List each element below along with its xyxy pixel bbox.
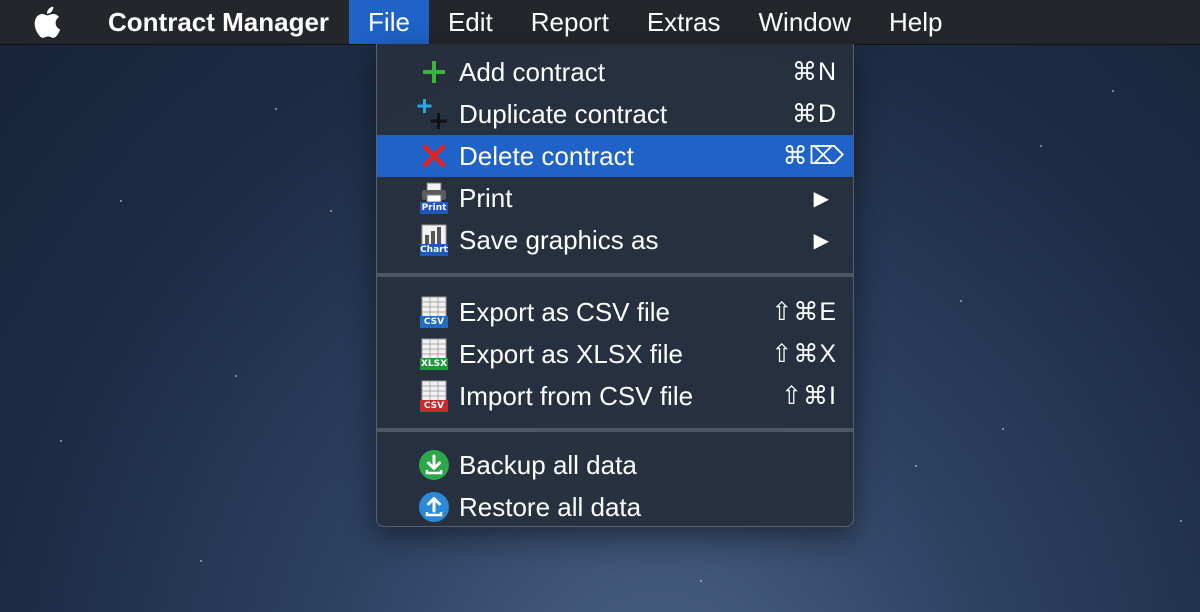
menu-report[interactable]: Report bbox=[512, 0, 628, 44]
shortcut-label: ⇧⌘I bbox=[781, 382, 837, 410]
menu-extras[interactable]: Extras bbox=[628, 0, 740, 44]
menu-edit[interactable]: Edit bbox=[429, 0, 512, 44]
apple-logo-icon bbox=[34, 6, 61, 38]
menu-item-import-csv[interactable]: CSV Import from CSV file ⇧⌘I bbox=[377, 375, 853, 417]
menu-item-save-graphics[interactable]: Chart Save graphics as ▶ bbox=[377, 219, 853, 261]
icon-tag: XLSX bbox=[420, 358, 448, 370]
menu-bar: Contract Manager File Edit Report Extras… bbox=[0, 0, 1200, 45]
shortcut-label: ⌘D bbox=[791, 100, 837, 128]
submenu-arrow-icon: ▶ bbox=[813, 187, 829, 210]
menu-item-export-xlsx[interactable]: XLSX Export as XLSX file ⇧⌘X bbox=[377, 333, 853, 375]
menu-item-add-contract[interactable]: Add contract ⌘N bbox=[377, 51, 853, 93]
icon-tag: Chart bbox=[420, 244, 448, 256]
menu-item-label: Backup all data bbox=[459, 449, 637, 480]
xlsx-export-icon: XLSX bbox=[417, 337, 451, 371]
restore-icon bbox=[417, 490, 451, 524]
shortcut-label: ⇧⌘E bbox=[771, 298, 837, 326]
shortcut-label: ⇧⌘X bbox=[771, 340, 837, 368]
menu-item-label: Print bbox=[459, 182, 513, 213]
menu-item-export-csv[interactable]: CSV Export as CSV file ⇧⌘E bbox=[377, 291, 853, 333]
csv-export-icon: CSV bbox=[417, 295, 451, 329]
duplicate-icon bbox=[417, 97, 451, 131]
menu-file[interactable]: File bbox=[349, 0, 429, 44]
menu-item-delete-contract[interactable]: Delete contract ⌘⌦ bbox=[377, 135, 853, 177]
submenu-arrow-icon: ▶ bbox=[813, 229, 829, 252]
plus-icon bbox=[417, 55, 451, 89]
icon-tag: CSV bbox=[420, 400, 448, 412]
chart-icon: Chart bbox=[417, 223, 451, 257]
file-menu-dropdown: Add contract ⌘N Duplicate contract ⌘D De… bbox=[376, 44, 854, 527]
menu-item-label: Save graphics as bbox=[459, 224, 659, 255]
menu-item-label: Restore all data bbox=[459, 491, 642, 522]
menu-separator bbox=[377, 428, 853, 432]
shortcut-label: ⌘⌦ bbox=[782, 142, 845, 170]
apple-menu[interactable] bbox=[0, 0, 80, 44]
print-icon: Print bbox=[417, 181, 451, 215]
csv-import-icon: CSV bbox=[417, 379, 451, 413]
menu-window[interactable]: Window bbox=[740, 0, 870, 44]
menu-help[interactable]: Help bbox=[870, 0, 961, 44]
icon-tag: CSV bbox=[420, 316, 448, 328]
app-name-menu[interactable]: Contract Manager bbox=[80, 0, 349, 44]
menu-item-restore[interactable]: Restore all data bbox=[377, 486, 853, 528]
delete-icon bbox=[417, 139, 451, 173]
menu-item-backup[interactable]: Backup all data bbox=[377, 444, 853, 486]
shortcut-label: ⌘N bbox=[791, 58, 837, 86]
menu-separator bbox=[377, 273, 853, 277]
icon-tag: Print bbox=[420, 202, 448, 214]
menu-item-print[interactable]: Print Print ▶ bbox=[377, 177, 853, 219]
menu-item-duplicate-contract[interactable]: Duplicate contract ⌘D bbox=[377, 93, 853, 135]
backup-icon bbox=[417, 448, 451, 482]
